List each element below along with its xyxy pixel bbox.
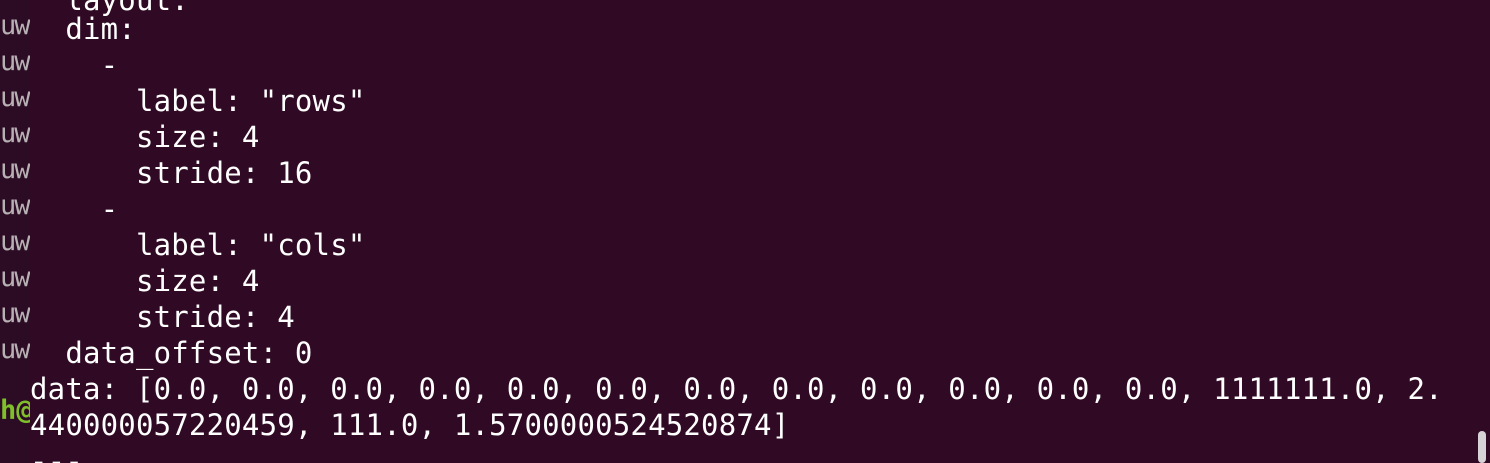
terminal-line: dim: — [30, 12, 136, 46]
background-text: uw — [0, 46, 30, 77]
terminal-line: 440000057220459, 111.0, 1.57000005245208… — [30, 408, 790, 442]
background-text: uw — [0, 82, 30, 113]
terminal-line: data: [0.0, 0.0, 0.0, 0.0, 0.0, 0.0, 0.0… — [30, 372, 1443, 406]
background-text: uw — [0, 262, 30, 293]
terminal-line: size: 4 — [30, 120, 260, 154]
terminal-window[interactable]: layout: dim: - label: "rows" size: 4 str… — [30, 0, 1490, 463]
terminal-line: size: 4 — [30, 264, 260, 298]
terminal-line: - — [30, 48, 119, 82]
scrollbar-thumb[interactable] — [1478, 431, 1486, 463]
terminal-line: stride: 16 — [30, 156, 313, 190]
background-terminal-window: uw uw uw uw uw uw uw uw uw uw h@ — [0, 0, 33, 463]
background-prompt: h@ — [0, 395, 33, 426]
terminal-line: label: "rows" — [30, 84, 366, 118]
terminal-line: - — [30, 192, 119, 226]
terminal-line: stride: 4 — [30, 300, 295, 334]
terminal-line: --- — [30, 444, 83, 463]
background-text: uw — [0, 118, 30, 149]
background-text: uw — [0, 334, 30, 365]
terminal-line: label: "cols" — [30, 228, 366, 262]
background-text: uw — [0, 226, 30, 257]
background-text: uw — [0, 10, 30, 41]
background-text: uw — [0, 298, 30, 329]
background-text: uw — [0, 154, 30, 185]
terminal-line: data_offset: 0 — [30, 336, 313, 370]
background-text: uw — [0, 190, 30, 221]
